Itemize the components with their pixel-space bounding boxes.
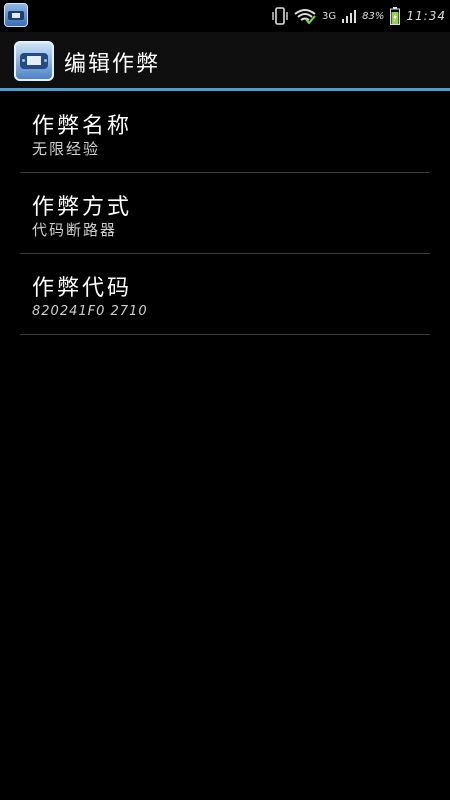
gba-emulator-logo-icon[interactable] (14, 41, 54, 81)
status-indicators: 3G 83% 11:34 (272, 0, 446, 32)
pref-summary: 代码断路器 (32, 221, 118, 239)
status-bar: 3G 83% 11:34 (0, 0, 450, 32)
pref-cheat-type[interactable]: 作弊方式 代码断路器 (20, 173, 430, 254)
page-title: 编辑作弊 (64, 52, 161, 77)
cheat-preference-list: 作弊名称 无限经验 作弊方式 代码断路器 作弊代码 820241F0 2710 (20, 92, 430, 335)
action-bar-divider (0, 88, 450, 91)
wifi-icon (294, 8, 316, 24)
pref-summary: 无限经验 (32, 140, 101, 158)
pref-title: 作弊代码 (32, 276, 133, 301)
network-type: 3G (322, 10, 337, 22)
battery-charging-icon (390, 7, 401, 25)
vibrate-icon (272, 7, 288, 25)
emulator-app-icon (4, 3, 28, 27)
pref-summary: 820241F0 2710 (32, 304, 148, 319)
action-bar: 编辑作弊 (0, 32, 450, 88)
battery-percent: 83% (362, 10, 385, 22)
pref-cheat-code[interactable]: 作弊代码 820241F0 2710 (20, 254, 430, 335)
pref-title: 作弊名称 (32, 114, 133, 139)
clock: 11:34 (406, 9, 446, 23)
signal-icon (342, 9, 357, 23)
pref-cheat-name[interactable]: 作弊名称 无限经验 (20, 92, 430, 173)
pref-title: 作弊方式 (32, 195, 133, 220)
